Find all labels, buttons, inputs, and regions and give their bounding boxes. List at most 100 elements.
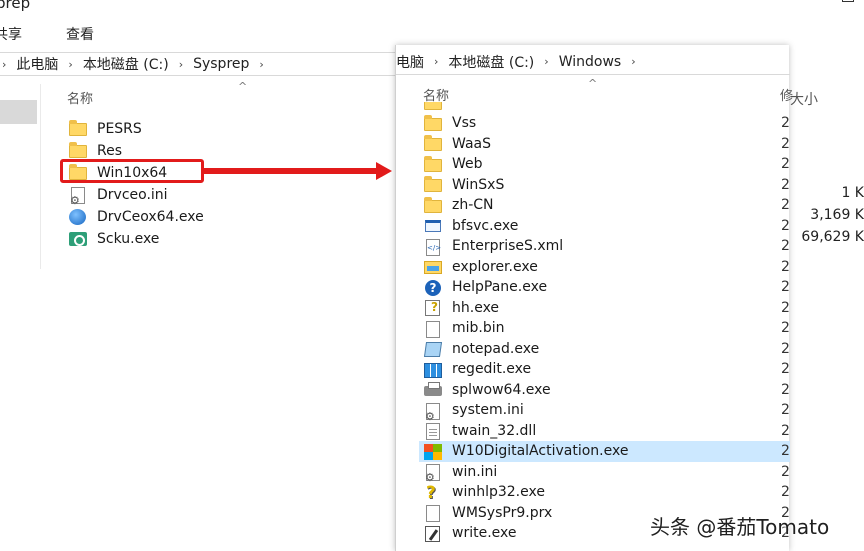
ribbon-tabs: 共享 查看 xyxy=(0,24,126,46)
regedit-icon xyxy=(423,361,443,378)
breadcrumb-drive-c[interactable]: 本地磁盘 (C:) xyxy=(448,52,534,72)
navigation-pane-selected-item[interactable] xyxy=(0,100,37,124)
address-bar[interactable]: › 此电脑 › 本地磁盘 (C:) › Sysprep › xyxy=(0,52,395,76)
breadcrumb-this-pc[interactable]: 此电脑 xyxy=(16,54,58,74)
chevron-right-icon: › xyxy=(2,57,7,71)
ini-file-icon xyxy=(423,402,443,423)
chevron-right-icon: › xyxy=(68,57,73,71)
column-header-size[interactable]: 大小 xyxy=(790,89,818,109)
notepad-icon xyxy=(423,340,443,358)
list-item[interactable]: win.ini 2 xyxy=(423,462,790,485)
folder-icon xyxy=(68,120,88,138)
list-item[interactable]: Vss 2 xyxy=(423,113,790,134)
item-name: WinSxS xyxy=(452,176,505,193)
sort-ascending-icon: ^ xyxy=(238,80,248,93)
item-name: explorer.exe xyxy=(452,258,538,275)
list-item-selected[interactable]: W10DigitalActivation.exe 2 xyxy=(419,441,790,462)
chevron-right-icon: › xyxy=(631,55,636,68)
sort-ascending-icon: ^ xyxy=(588,77,598,90)
list-item[interactable]: ? winhlp32.exe 2 xyxy=(423,482,790,503)
item-name: WaaS xyxy=(452,135,491,152)
list-item[interactable]: Scku.exe xyxy=(68,228,204,250)
window-title: prep xyxy=(0,0,31,12)
blue-app-icon xyxy=(68,208,88,226)
folder-icon xyxy=(423,114,443,132)
app-window-icon xyxy=(423,217,443,234)
list-item[interactable]: Drvceo.ini xyxy=(68,184,204,207)
list-item[interactable]: twain_32.dll 2 xyxy=(423,421,790,442)
list-item[interactable]: PESRS xyxy=(68,118,204,140)
folder-icon xyxy=(423,196,443,214)
column-header-modified[interactable]: 修 xyxy=(780,85,793,104)
item-date: 2 xyxy=(781,443,790,459)
chevron-right-icon: › xyxy=(259,57,264,71)
tab-share[interactable]: 共享 xyxy=(0,24,66,46)
item-name: winhlp32.exe xyxy=(452,484,545,501)
list-item[interactable]: Web 2 xyxy=(423,154,790,175)
item-name: PESRS xyxy=(97,121,142,137)
breadcrumb-this-pc[interactable]: 电脑 xyxy=(396,52,424,72)
address-bar[interactable]: 电脑 › 本地磁盘 (C:) › Windows › xyxy=(396,49,790,75)
column-header-name[interactable]: 名称 xyxy=(67,88,93,107)
item-date: 2 xyxy=(781,402,790,418)
minimize-button[interactable] xyxy=(764,0,814,10)
list-item[interactable]: system.ini 2 xyxy=(423,400,790,423)
item-date: 2 xyxy=(781,381,790,398)
maximize-button[interactable] xyxy=(814,0,864,10)
list-item[interactable]: bfsvc.exe 2 xyxy=(423,216,790,237)
item-name: WMSysPr9.prx xyxy=(452,504,553,521)
item-name: zh-CN xyxy=(452,197,494,214)
blank-file-icon xyxy=(423,320,443,338)
tab-view[interactable]: 查看 xyxy=(66,24,126,46)
chevron-right-icon: › xyxy=(178,57,184,71)
item-date: 2 xyxy=(781,279,790,295)
list-item[interactable]: hh.exe 2 xyxy=(423,298,790,319)
dll-file-icon xyxy=(423,422,443,441)
help-icon: ? xyxy=(423,279,443,296)
list-item[interactable]: DrvCeox64.exe xyxy=(68,206,204,228)
question-mark-icon: ? xyxy=(426,482,436,503)
item-date: 2 xyxy=(781,484,790,500)
list-item[interactable]: splwow64.exe 2 xyxy=(423,380,790,401)
item-name: hh.exe xyxy=(452,299,500,316)
item-name: Web xyxy=(452,156,483,173)
item-name: W10DigitalActivation.exe xyxy=(452,443,629,460)
item-name: Drvceo.ini xyxy=(97,187,168,203)
item-name: system.ini xyxy=(452,402,524,419)
printer-icon xyxy=(423,381,443,398)
item-name: Scku.exe xyxy=(97,231,160,247)
window-controls xyxy=(764,0,864,10)
item-name: HelpPane.exe xyxy=(452,279,548,296)
item-name: regedit.exe xyxy=(452,361,532,378)
item-name: mib.bin xyxy=(452,320,505,337)
item-name: EnterpriseS.xml xyxy=(452,238,564,255)
list-item[interactable]: EnterpriseS.xml 2 xyxy=(423,236,790,257)
folder-icon xyxy=(423,135,443,152)
item-date: 2 xyxy=(781,299,790,316)
item-date: 2 xyxy=(781,135,790,152)
list-item[interactable]: zh-CN 2 xyxy=(423,195,790,216)
item-name: win.ini xyxy=(452,463,498,480)
ini-file-icon xyxy=(423,463,443,484)
list-item[interactable]: WinSxS 2 xyxy=(423,175,790,196)
list-item[interactable]: mib.bin 2 xyxy=(423,318,790,339)
list-item-partial[interactable] xyxy=(423,102,452,112)
windows-logo-icon xyxy=(423,443,443,460)
list-item[interactable]: ? HelpPane.exe 2 xyxy=(423,277,790,298)
list-item[interactable]: notepad.exe 2 xyxy=(423,339,790,360)
blank-file-icon xyxy=(423,504,443,523)
breadcrumb-windows[interactable]: Windows xyxy=(559,54,622,70)
list-item[interactable]: WaaS 2 xyxy=(423,134,790,155)
file-list: Vss 2 WaaS 2 Web 2 WinSxS 2 zh-CN 2 bfsvc.exe… xyxy=(419,113,790,544)
chevron-right-icon: › xyxy=(544,55,549,68)
item-name: write.exe xyxy=(452,525,517,542)
breadcrumb-sysprep[interactable]: Sysprep xyxy=(193,56,249,72)
list-item[interactable]: explorer.exe 2 xyxy=(423,257,790,278)
item-name: notepad.exe xyxy=(452,340,540,357)
xml-file-icon xyxy=(423,238,443,256)
pane-divider xyxy=(40,84,41,269)
breadcrumb-drive-c[interactable]: 本地磁盘 (C:) xyxy=(83,54,169,74)
ini-file-icon xyxy=(68,186,88,207)
item-name: DrvCeox64.exe xyxy=(97,209,204,225)
list-item[interactable]: regedit.exe 2 xyxy=(423,359,790,380)
